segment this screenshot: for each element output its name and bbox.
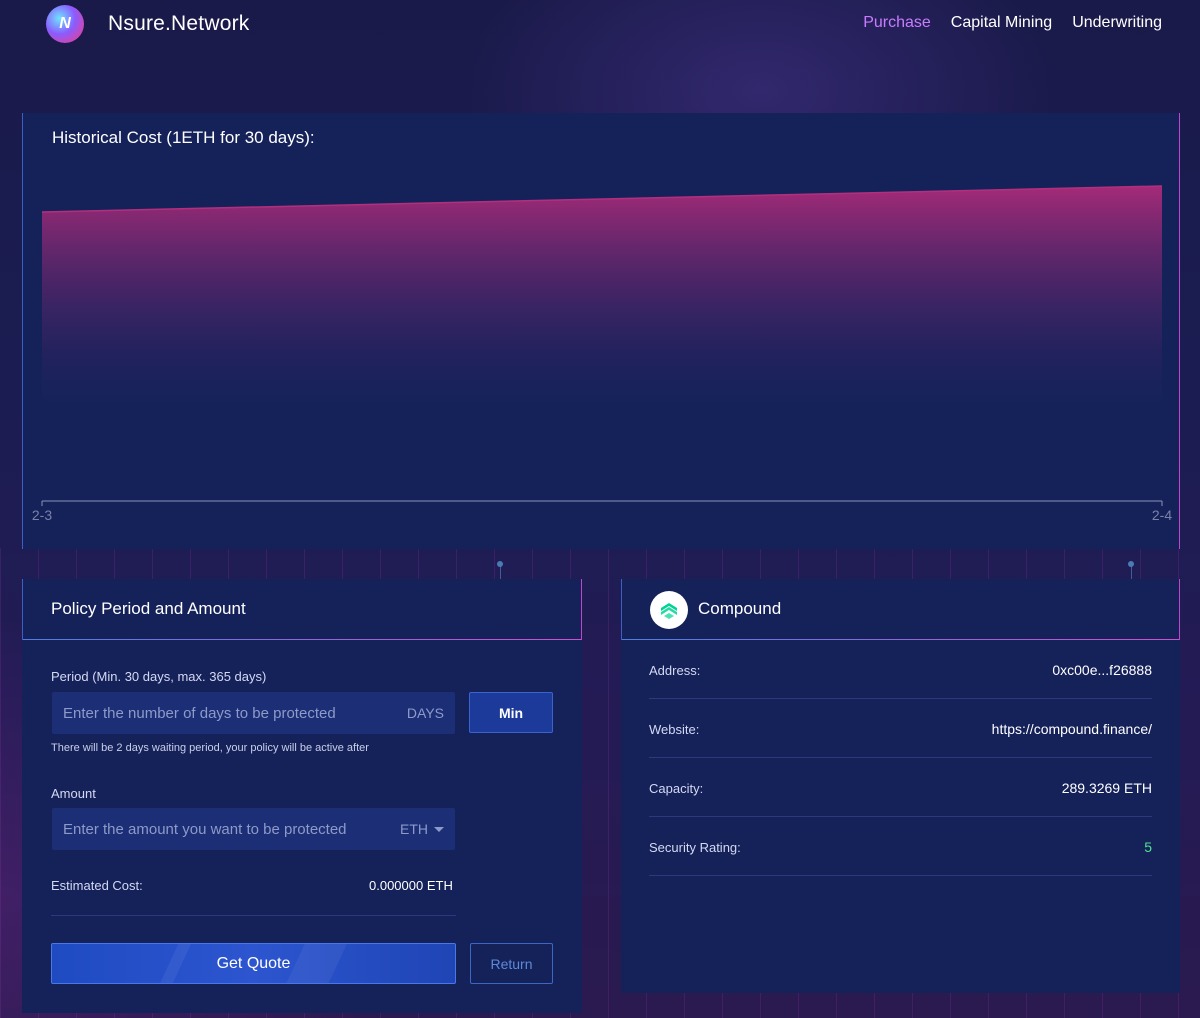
x-tick-label: 2-4 <box>1152 507 1172 523</box>
panel-edge <box>22 579 23 640</box>
address-value: 0xc00e...f26888 <box>1052 662 1152 678</box>
compound-logo-icon <box>650 591 688 629</box>
policy-panel-header: Policy Period and Amount <box>22 579 582 640</box>
amount-input[interactable] <box>63 820 400 838</box>
historical-cost-chart: 2-3 2-4 <box>32 185 1172 523</box>
top-header: N Nsure.Network Purchase Capital Mining … <box>0 0 1200 50</box>
get-quote-button[interactable]: Get Quote <box>51 943 456 984</box>
address-label: Address: <box>649 663 701 678</box>
security-rating-row: Security Rating: 5 <box>649 817 1152 876</box>
protocol-info-panel: Compound Address: 0xc00e...f26888 Websit… <box>621 579 1180 993</box>
estimated-cost-label: Estimated Cost: <box>51 878 143 893</box>
amount-input-wrapper: ETH <box>52 808 455 850</box>
nsure-logo-icon[interactable]: N <box>46 5 84 43</box>
period-input-wrapper: DAYS <box>52 692 455 734</box>
panel-edge <box>1179 579 1180 640</box>
nav-capital-mining[interactable]: Capital Mining <box>951 14 1052 32</box>
website-link[interactable]: https://compound.finance/ <box>992 721 1152 737</box>
panel-edge <box>581 579 582 640</box>
return-button[interactable]: Return <box>470 943 553 984</box>
period-unit: DAYS <box>406 705 444 721</box>
panel-edge <box>621 579 622 640</box>
period-input[interactable] <box>63 704 407 722</box>
period-label: Period (Min. 30 days, max. 365 days) <box>51 669 267 684</box>
series-area <box>42 186 1162 403</box>
website-row: Website: https://compound.finance/ <box>649 699 1152 758</box>
background-decor <box>500 565 501 580</box>
amount-unit-label: ETH <box>400 821 428 837</box>
nav-underwriting[interactable]: Underwriting <box>1072 14 1162 32</box>
capacity-label: Capacity: <box>649 781 704 796</box>
security-rating-label: Security Rating: <box>649 840 741 855</box>
background-decor <box>497 561 503 567</box>
policy-panel-title: Policy Period and Amount <box>51 599 246 618</box>
min-button[interactable]: Min <box>469 692 553 733</box>
policy-panel: Policy Period and Amount Period (Min. 30… <box>22 579 582 1013</box>
amount-label: Amount <box>51 786 96 801</box>
background-decor <box>1131 565 1132 580</box>
historical-cost-card: Historical Cost (1ETH for 30 days): 2-3 2… <box>22 113 1180 549</box>
address-row: Address: 0xc00e...f26888 <box>649 640 1152 699</box>
nav-purchase[interactable]: Purchase <box>863 14 931 32</box>
security-rating-value: 5 <box>1144 839 1152 855</box>
background-decor <box>1128 561 1134 567</box>
main-nav: Purchase Capital Mining Underwriting <box>863 14 1162 32</box>
brand-name[interactable]: Nsure.Network <box>108 12 249 36</box>
waiting-period-hint: There will be 2 days waiting period, you… <box>51 742 369 754</box>
capacity-row: Capacity: 289.3269 ETH <box>649 758 1152 817</box>
website-label: Website: <box>649 722 700 737</box>
divider <box>51 915 456 916</box>
capacity-value: 289.3269 ETH <box>1061 780 1152 796</box>
estimated-cost-value: 0.000000 ETH <box>369 878 453 893</box>
protocol-name: Compound <box>698 599 782 618</box>
protocol-panel-header: Compound <box>621 579 1180 640</box>
x-tick-label: 2-3 <box>32 507 52 523</box>
chevron-down-icon <box>434 826 444 832</box>
amount-unit-select[interactable]: ETH <box>400 821 444 837</box>
